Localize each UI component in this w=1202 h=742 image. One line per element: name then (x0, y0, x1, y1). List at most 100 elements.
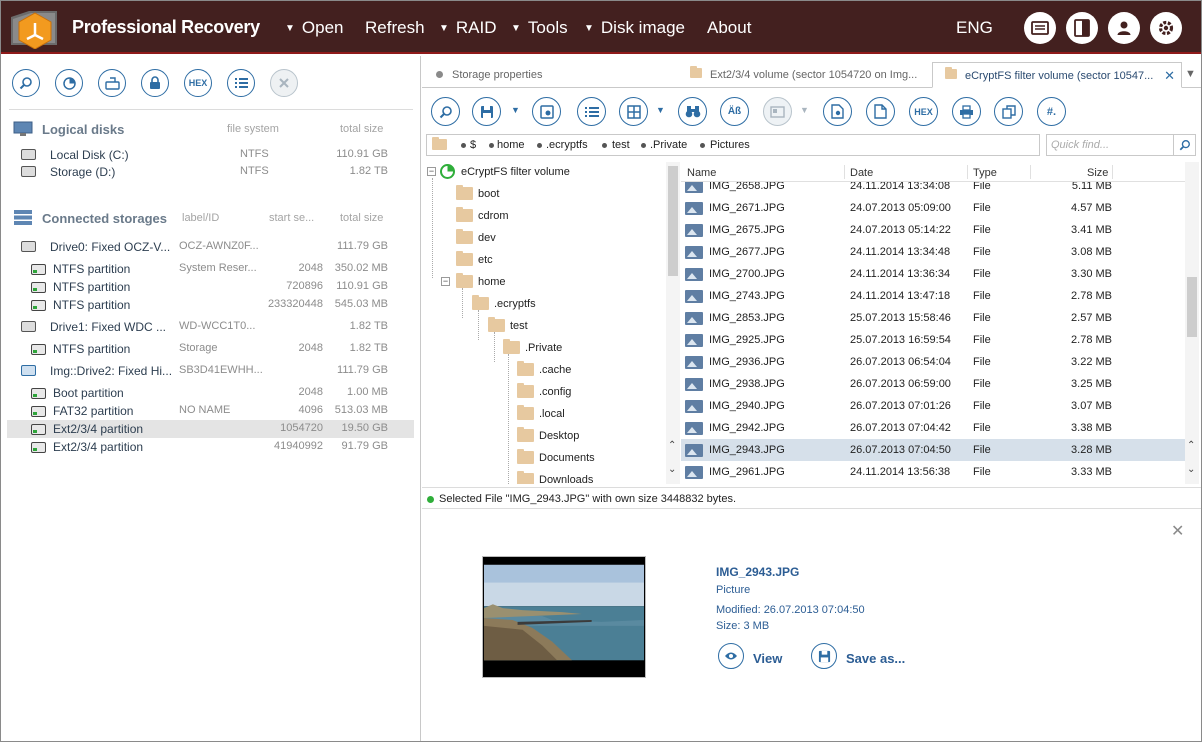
menu-refresh[interactable]: Refresh (365, 18, 425, 38)
menu-tools[interactable]: ▼ Tools (511, 18, 568, 38)
logical-disk-row[interactable]: Local Disk (C:) NTFS 110.91 GB (7, 146, 414, 164)
language-selector[interactable]: ENG (956, 18, 993, 38)
close-storage-button[interactable] (270, 69, 298, 97)
menu-raid[interactable]: ▼ RAID (439, 18, 497, 38)
settings-button[interactable] (1150, 12, 1182, 44)
text-encoding-button[interactable]: Äß (720, 97, 749, 126)
tree-scrollbar[interactable]: ⌃ ⌄ (666, 162, 680, 484)
view-mode-button[interactable] (619, 97, 648, 126)
path-segment[interactable]: $ (470, 139, 476, 151)
path-segment[interactable]: test (612, 139, 630, 151)
logical-disk-row[interactable]: Storage (D:) NTFS 1.82 TB (7, 163, 414, 181)
path-segment[interactable]: home (497, 139, 525, 151)
tree-node[interactable]: .local (422, 404, 666, 424)
quick-find-input[interactable]: Quick find... (1046, 134, 1174, 156)
open-file-button[interactable] (866, 97, 895, 126)
save-as-button[interactable] (811, 643, 837, 669)
save-dropdown-icon[interactable]: ▼ (511, 105, 520, 115)
tree-node[interactable]: .cache (422, 360, 666, 380)
partition-row[interactable]: NTFS partition Storage 2048 1.82 TB (7, 340, 414, 358)
path-segment[interactable]: .ecryptfs (546, 139, 588, 151)
tab-ext-volume[interactable]: Ext2/3/4 volume (sector 1054720 on Img..… (678, 62, 930, 88)
file-scroll-thumb[interactable] (1187, 277, 1197, 337)
view-link[interactable]: View (753, 651, 782, 666)
file-row[interactable]: IMG_2938.JPG 26.07.2013 06:59:00 File 3.25 … (681, 373, 1185, 395)
file-row[interactable]: IMG_2743.JPG 24.11.2014 13:47:18 File 2.78 … (681, 285, 1185, 307)
tree-node[interactable]: Downloads (422, 470, 666, 484)
image-thumbnail[interactable] (482, 556, 646, 678)
copy-button[interactable] (994, 97, 1023, 126)
storage-device-row[interactable]: Drive0: Fixed OCZ-V... OCZ-AWNZ0F... 111.7… (7, 238, 414, 256)
storage-device-row[interactable]: Drive1: Fixed WDC ... WD-WCC1T0... 1.82 TB (7, 318, 414, 336)
tree-node[interactable]: .config (422, 382, 666, 402)
partition-row[interactable]: Ext2/3/4 partition 1054720 19.50 GB (7, 420, 414, 438)
partition-row[interactable]: FAT32 partition NO NAME 4096 513.03 MB (7, 402, 414, 420)
save-button[interactable] (472, 97, 501, 126)
user-button[interactable] (1108, 12, 1140, 44)
tree-scroll-thumb[interactable] (668, 166, 678, 276)
tab-ecryptfs-volume[interactable]: eCryptFS filter volume (sector 10547... … (932, 62, 1182, 88)
tree-node[interactable]: − eCryptFS filter volume (422, 162, 666, 182)
hash-button[interactable]: #. (1037, 97, 1066, 126)
file-row[interactable]: IMG_2943.JPG 26.07.2013 07:04:50 File 3.28 … (681, 439, 1185, 461)
file-row[interactable]: IMG_2677.JPG 24.11.2014 13:34:48 File 3.08 … (681, 241, 1185, 263)
scroll-down-icon[interactable]: ⌄ (1187, 464, 1195, 475)
col-date[interactable]: Date (850, 167, 873, 179)
hex-view-button[interactable]: HEX (909, 97, 938, 126)
collapse-toggle-icon[interactable]: − (427, 167, 436, 176)
find-button[interactable] (431, 97, 460, 126)
tree-node[interactable]: Desktop (422, 426, 666, 446)
file-row[interactable]: IMG_2700.JPG 24.11.2014 13:36:34 File 3.30 … (681, 263, 1185, 285)
tab-storage-properties[interactable]: Storage properties (422, 62, 678, 88)
save-as-link[interactable]: Save as... (846, 651, 905, 666)
path-segment[interactable]: .Private (650, 139, 687, 151)
file-list-scrollbar[interactable]: ⌃ ⌄ (1185, 162, 1199, 484)
scroll-down-icon[interactable]: ⌄ (668, 464, 676, 475)
scroll-up-icon[interactable]: ⌃ (1187, 440, 1195, 451)
file-row[interactable]: IMG_2936.JPG 26.07.2013 06:54:04 File 3.22 … (681, 351, 1185, 373)
view-button[interactable] (718, 643, 744, 669)
tree-node[interactable]: −.ecryptfs (422, 294, 666, 314)
col-name[interactable]: Name (687, 167, 716, 179)
tree-node[interactable]: dev (422, 228, 666, 248)
tab-overflow-icon[interactable]: ▼ (1185, 68, 1196, 80)
storage-device-row[interactable]: Img::Drive2: Fixed Hi... SB3D41EWHH... 111… (7, 362, 414, 380)
list-button[interactable] (227, 69, 255, 97)
collapse-toggle-icon[interactable]: − (441, 277, 450, 286)
file-row[interactable]: IMG_2671.JPG 24.07.2013 05:09:00 File 4.57 … (681, 197, 1185, 219)
preview-mode-button[interactable] (763, 97, 792, 126)
quick-find-button[interactable] (1174, 134, 1196, 156)
tree-node[interactable]: −.Private (422, 338, 666, 358)
report-button[interactable] (1024, 12, 1056, 44)
path-bar[interactable]: $ home .ecryptfs test .Private Pictures (426, 134, 1040, 156)
disk-chart-button[interactable] (55, 69, 83, 97)
checklist-button[interactable] (577, 97, 606, 126)
partition-row[interactable]: Boot partition 2048 1.00 MB (7, 384, 414, 402)
tree-node[interactable]: cdrom (422, 206, 666, 226)
path-segment[interactable]: Pictures (710, 139, 750, 151)
tree-node[interactable]: Documents (422, 448, 666, 468)
menu-about[interactable]: About (707, 18, 751, 38)
panel-toggle-button[interactable] (1066, 12, 1098, 44)
file-row[interactable]: IMG_2961.JPG 24.11.2014 13:56:38 File 3.33 … (681, 461, 1185, 483)
partition-row[interactable]: NTFS partition System Reser... 2048 350.02 … (7, 260, 414, 278)
partition-row[interactable]: NTFS partition 720896 110.91 GB (7, 278, 414, 296)
partition-row[interactable]: Ext2/3/4 partition 41940992 91.79 GB (7, 438, 414, 456)
tab-close-icon[interactable]: ✕ (1164, 68, 1175, 84)
tree-node[interactable]: −test (422, 316, 666, 336)
file-row[interactable]: IMG_2925.JPG 25.07.2013 16:59:54 File 2.78 … (681, 329, 1185, 351)
preview-dropdown-icon[interactable]: ▼ (800, 105, 809, 115)
menu-open[interactable]: ▼ Open (285, 18, 344, 38)
close-preview-icon[interactable]: ✕ (1171, 521, 1184, 541)
file-row[interactable]: IMG_2853.JPG 25.07.2013 15:58:46 File 2.57 … (681, 307, 1185, 329)
menu-disk-image[interactable]: ▼ Disk image (584, 18, 685, 38)
tree-node[interactable]: etc (422, 250, 666, 270)
view-mode-dropdown-icon[interactable]: ▼ (656, 105, 665, 115)
search-button[interactable] (12, 69, 40, 97)
col-type[interactable]: Type (973, 167, 997, 179)
scroll-up-icon[interactable]: ⌃ (668, 440, 676, 451)
hex-button[interactable]: HEX (184, 69, 212, 97)
partition-row[interactable]: NTFS partition 233320448 545.03 MB (7, 296, 414, 314)
disk-image-button[interactable] (98, 69, 126, 97)
binoculars-button[interactable] (678, 97, 707, 126)
